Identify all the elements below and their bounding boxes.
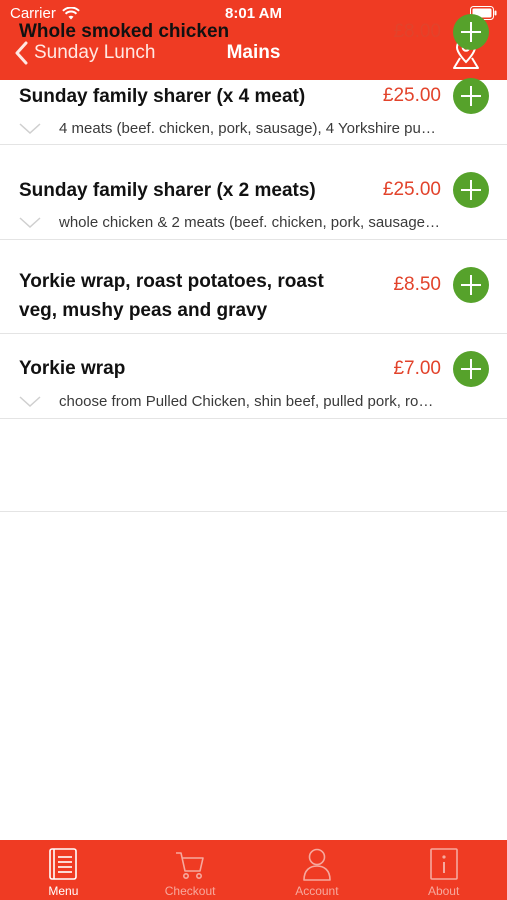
item-name: Sunday family sharer (x 2 meats) (19, 180, 316, 201)
menu-item-list: Whole smoked chicken £8.00 Sunday family… (0, 14, 507, 512)
add-to-order-button[interactable] (453, 78, 489, 114)
item-name-line-2: veg, mushy peas and gravy (19, 300, 268, 321)
item-description-row: whole chicken & 2 meats (beef. chicken, … (19, 214, 489, 231)
tab-checkout[interactable]: Checkout (127, 840, 254, 900)
item-name: Yorkie wrap (19, 358, 126, 379)
back-label: Sunday Lunch (34, 42, 156, 63)
menu-item[interactable]: Yorkie wrap £7.00 choose from Pulled Chi… (0, 351, 507, 512)
item-price: £8.50 (393, 274, 441, 295)
tab-menu-label: Menu (48, 884, 79, 898)
item-description: choose from Pulled Chicken, shin beef, p… (59, 393, 434, 410)
item-name: Sunday family sharer (x 4 meat) (19, 86, 306, 107)
tab-about[interactable]: About (380, 840, 507, 900)
item-description-row: 4 meats (beef. chicken, pork, sausage), … (19, 120, 489, 137)
item-price: £8.00 (393, 21, 441, 42)
tab-about-label: About (427, 884, 460, 898)
cart-icon (176, 852, 204, 879)
item-description-row: choose from Pulled Chicken, shin beef, p… (19, 393, 489, 410)
add-to-order-button[interactable] (453, 172, 489, 208)
info-icon (429, 848, 458, 880)
app-screen: Carrier 8:01 AM Sunday Lunch Mains Whole… (0, 0, 507, 900)
item-description: 4 meats (beef. chicken, pork, sausage), … (59, 120, 436, 137)
chevron-down-icon[interactable] (19, 216, 41, 229)
item-name: Whole smoked chicken (19, 21, 230, 42)
menu-book-icon (49, 848, 78, 880)
item-price: £25.00 (382, 179, 441, 200)
tab-account-label: Account (295, 884, 339, 898)
add-to-order-button[interactable] (453, 14, 489, 50)
tab-checkout-label: Checkout (164, 884, 216, 898)
tab-account[interactable]: Account (254, 840, 381, 900)
tab-bar: Menu Checkout Account About (0, 840, 507, 900)
add-to-order-button[interactable] (453, 351, 489, 387)
item-price: £25.00 (382, 85, 441, 106)
add-to-order-button[interactable] (453, 267, 489, 303)
chevron-down-icon[interactable] (19, 122, 41, 135)
chevron-down-icon[interactable] (19, 395, 41, 408)
tab-menu[interactable]: Menu (0, 840, 127, 900)
item-description: whole chicken & 2 meats (beef. chicken, … (59, 214, 441, 231)
item-price: £7.00 (393, 358, 441, 379)
person-icon (303, 848, 331, 881)
item-name-line-1: Yorkie wrap, roast potatoes, roast (19, 271, 324, 292)
